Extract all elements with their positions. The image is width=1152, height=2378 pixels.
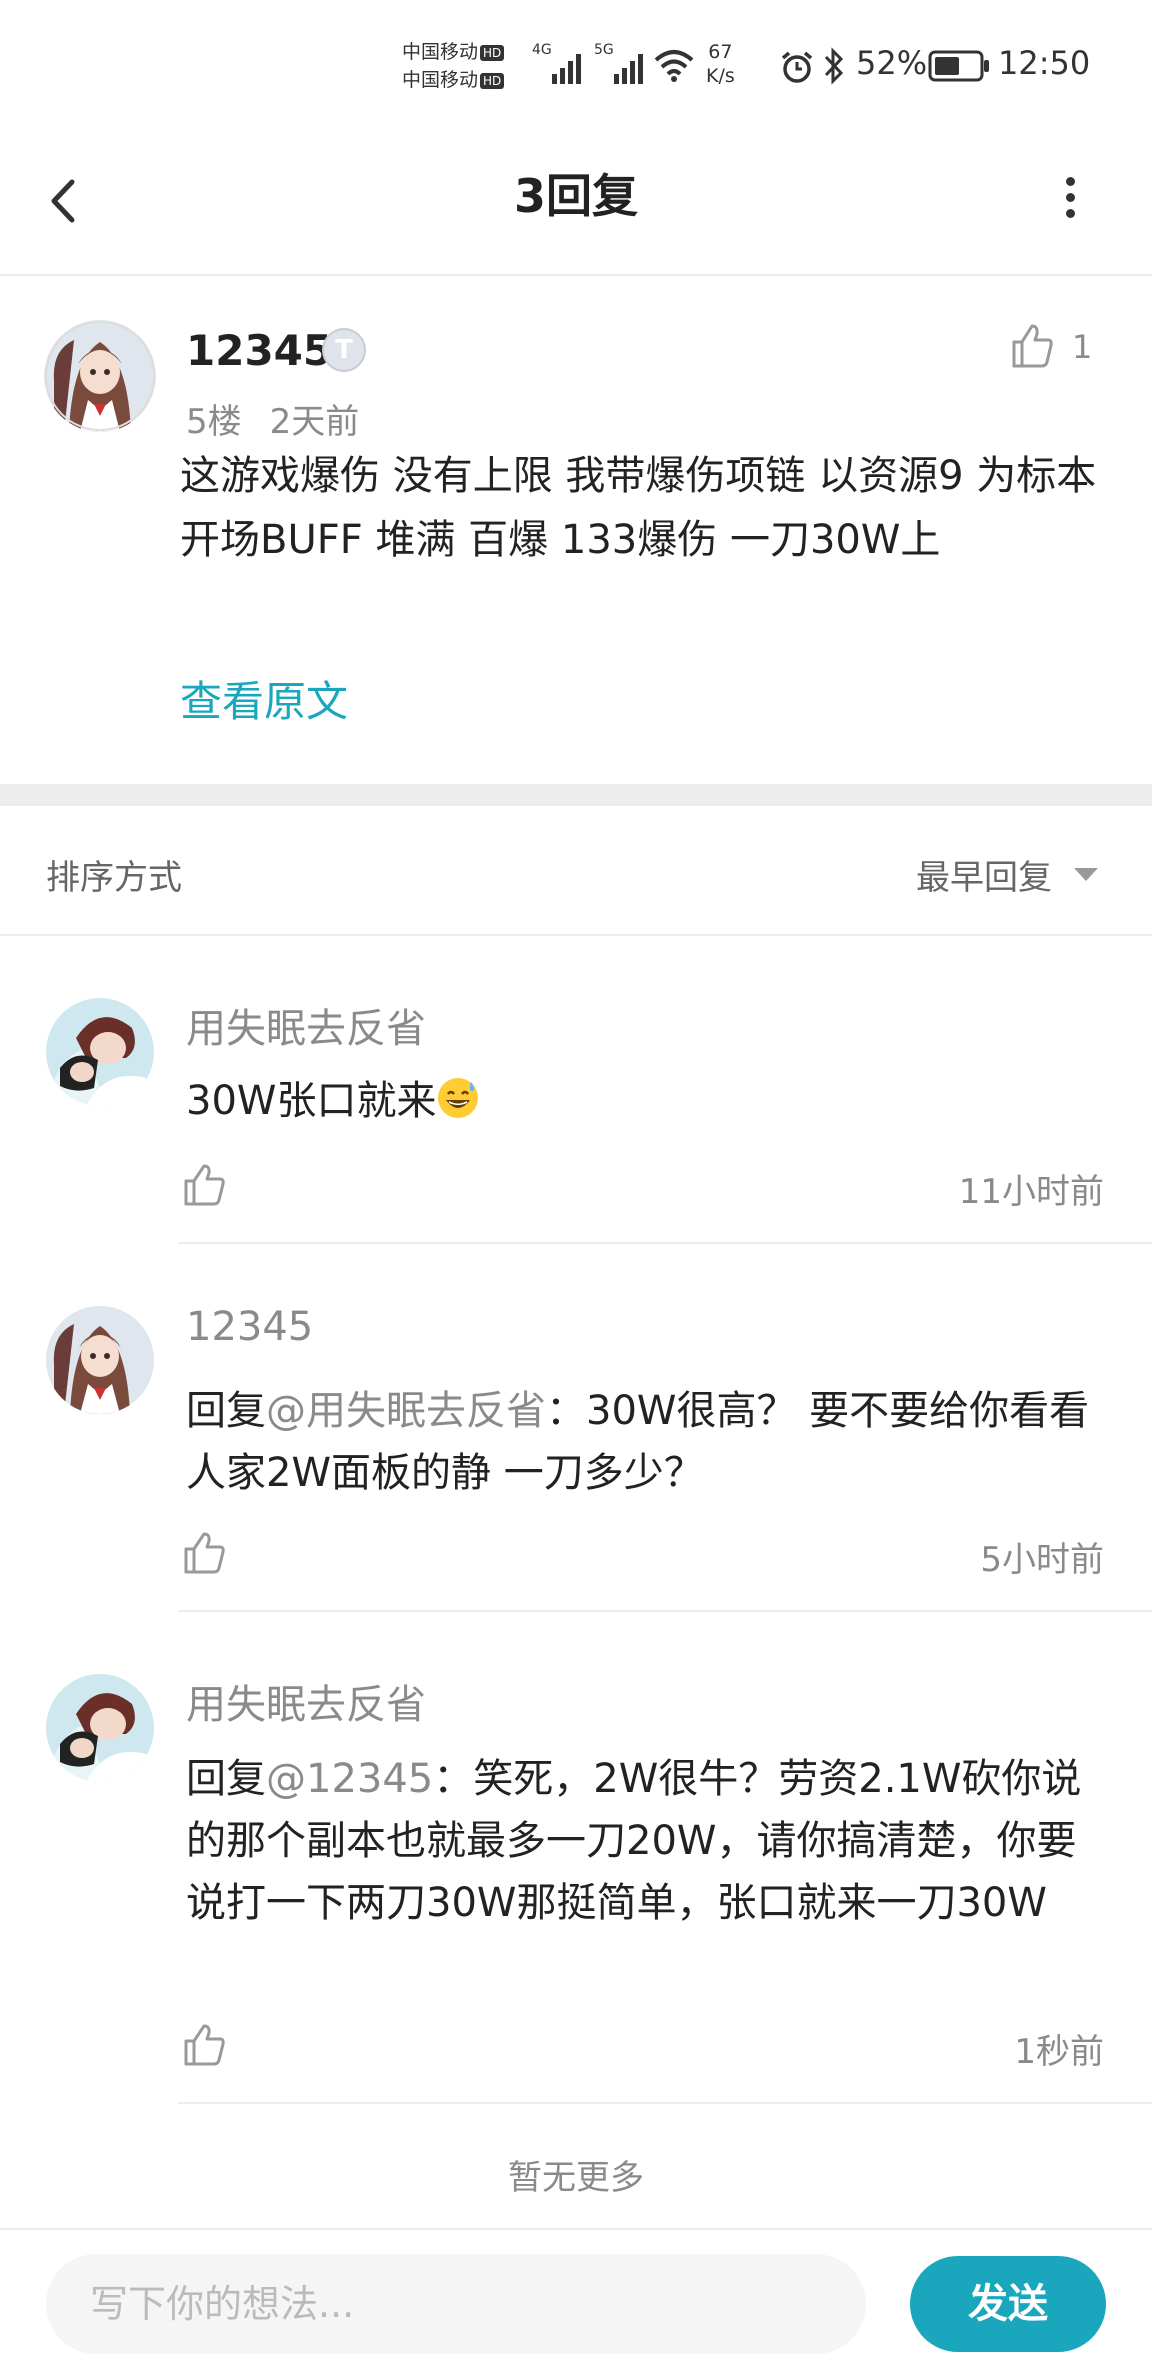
no-more-label: 暂无更多 — [508, 2158, 644, 2198]
speed-unit: K/s — [706, 65, 735, 87]
divider — [178, 2102, 1152, 2104]
carrier-label: 中国移动 — [402, 41, 479, 63]
divider — [178, 1242, 1152, 1244]
wifi-icon — [654, 50, 694, 82]
reply-text: 30W张口就来 — [186, 1078, 437, 1124]
user-mention[interactable]: @用失眠去反省 — [266, 1388, 546, 1434]
reply-time: 1秒前 — [1014, 2032, 1104, 2072]
comment-composer: 写下你的想法... 发送 — [0, 2228, 1152, 2378]
bluetooth-icon — [824, 47, 844, 85]
sweat-smile-emoji — [438, 1078, 479, 1118]
battery-icon — [928, 50, 989, 82]
thumbs-up-icon[interactable] — [182, 2022, 226, 2068]
battery-percent: 52% — [856, 44, 928, 82]
reply-author-name[interactable]: 用失眠去反省 — [186, 1672, 426, 1730]
carrier-label: 中国移动 — [402, 69, 479, 91]
clock: 12:50 — [998, 44, 1091, 82]
sort-bar: 排序方式 最早回复 — [0, 806, 1152, 936]
avatar[interactable] — [46, 1306, 154, 1414]
carrier-info: 中国移动 HD 中国移动 HD — [402, 38, 505, 94]
post-time: 2天前 — [269, 402, 360, 442]
thumbs-up-icon[interactable] — [1010, 322, 1054, 370]
hd-badge: HD — [480, 72, 505, 89]
reply-time: 5小时前 — [980, 1540, 1104, 1580]
section-divider — [0, 784, 1152, 806]
avatar[interactable] — [44, 320, 156, 432]
reply-prefix: 回复 — [186, 1388, 266, 1434]
reply-content: 回复@用失眠去反省：30W很高？ 要不要给你看看人家2W面板的静 一刀多少？ — [186, 1380, 1106, 1504]
like-count: 1 — [1072, 328, 1093, 366]
reply-content: 回复@12345：笑死，2W很牛？劳资2.1W砍你说的那个副本也就最多一刀20W… — [186, 1748, 1106, 1934]
sort-dropdown[interactable]: 最早回复 — [916, 850, 1052, 899]
user-mention[interactable]: @12345 — [266, 1756, 433, 1802]
reply-time: 11小时前 — [958, 1172, 1104, 1212]
page-title: 3回复 — [513, 169, 638, 223]
app-header: 3回复 — [0, 130, 1152, 276]
alarm-icon — [781, 51, 813, 83]
network-type-label: 5G — [594, 42, 614, 58]
reply-content: 30W张口就来 — [186, 1070, 1106, 1132]
reply-prefix: 回复 — [186, 1756, 266, 1802]
avatar[interactable] — [46, 998, 154, 1106]
sort-label: 排序方式 — [46, 858, 182, 898]
post-author-name[interactable]: 12345 — [186, 326, 332, 375]
caret-down-icon[interactable] — [1074, 868, 1098, 881]
hd-badge: HD — [480, 44, 505, 61]
reply-author-name[interactable]: 12345 — [186, 1304, 313, 1350]
status-bar: 中国移动 HD 中国移动 HD 4G 5G 67 K/s 52% 12:50 — [0, 0, 1152, 130]
thumbs-up-icon[interactable] — [182, 1162, 226, 1208]
post-floor: 5楼 — [186, 402, 242, 442]
divider — [178, 1610, 1152, 1612]
more-vertical-icon[interactable] — [1050, 170, 1090, 230]
network-speed: 67 K/s — [706, 40, 735, 88]
reply-author-name[interactable]: 用失眠去反省 — [186, 996, 426, 1054]
network-type-label: 4G — [532, 42, 552, 58]
signal-icon: 4G — [532, 42, 582, 84]
send-button[interactable]: 发送 — [910, 2256, 1106, 2352]
view-original-link[interactable]: 查看原文 — [180, 668, 348, 729]
post-content: 这游戏爆伤 没有上限 我带爆伤项链 以资源9 为标本 开场BUFF 堆满 百爆 … — [180, 453, 1097, 563]
user-level-badge: T — [322, 328, 366, 372]
avatar[interactable] — [46, 1674, 154, 1782]
thumbs-up-icon[interactable] — [182, 1530, 226, 1576]
post-meta: 5楼 2天前 — [186, 394, 387, 443]
speed-value: 67 — [708, 41, 733, 63]
signal-icon: 5G — [594, 42, 646, 84]
comment-input[interactable]: 写下你的想法... — [46, 2254, 866, 2354]
